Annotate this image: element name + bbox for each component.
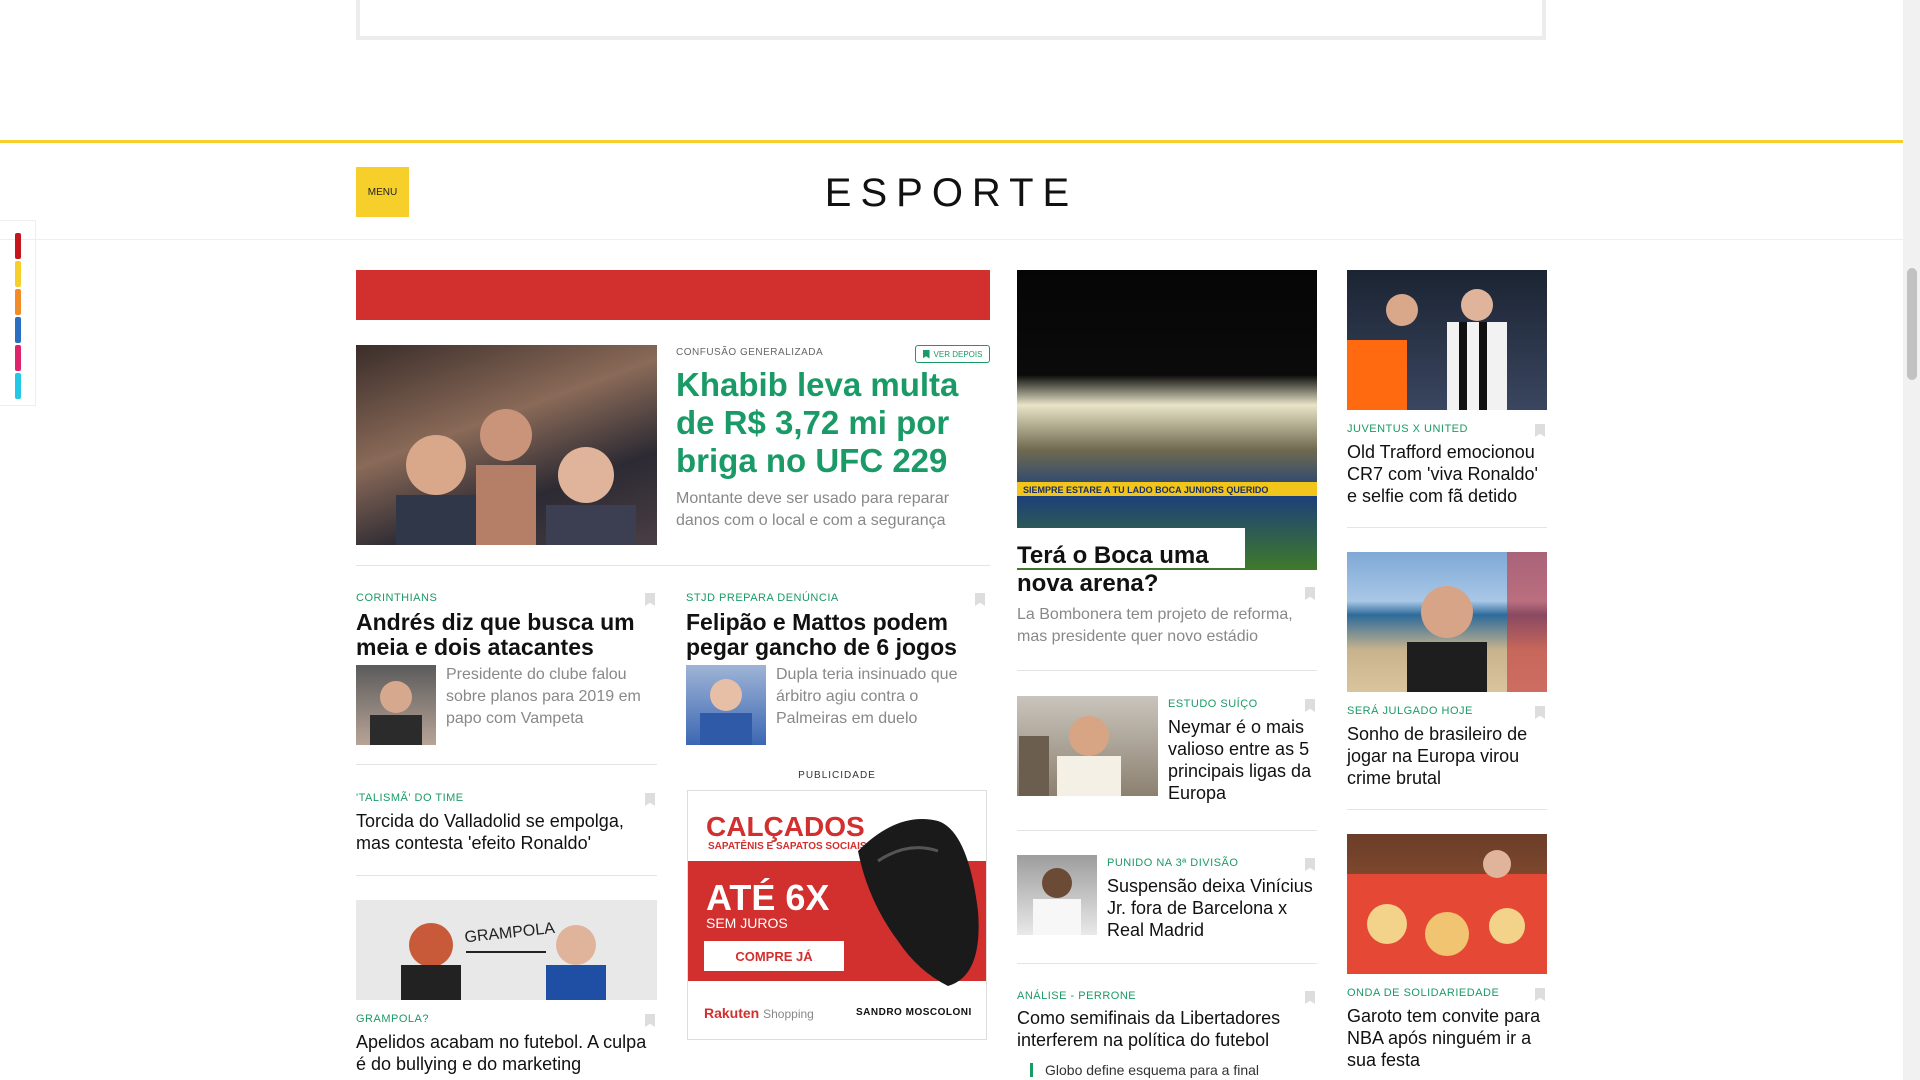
ad-offer: ATÉ 6X [706,877,830,918]
story-headline[interactable]: Terá o Boca uma nova arena? [1017,542,1245,598]
bookmark-icon [922,349,930,359]
bookmark-icon[interactable] [1305,699,1315,712]
ad-brand-rakuten: Rakuten Shopping [704,1005,814,1021]
divider [1347,527,1547,528]
stadium-photo-icon: SIEMPRE ESTARE A TU LADO BOCA JUNIORS QU… [1017,482,1317,496]
ad-cta-button[interactable]: COMPRE JÁ [704,941,844,971]
rail-marker[interactable] [15,317,21,343]
ad-brand-moscoloni: SANDRO MOSCOLONI [856,1007,972,1018]
ad-label: PUBLICIDADE [798,770,876,781]
illustration-icon: GRAMPOLA [401,920,606,1000]
story-headline[interactable]: Garoto tem convite para NBA após ninguém… [1347,1005,1552,1071]
story-headline[interactable]: Neymar é o mais valioso entre as 5 princ… [1168,716,1318,804]
story-kicker: JUVENTUS X UNITED [1347,423,1468,435]
page-scrollbar[interactable] [1903,0,1920,1080]
shoe-icon [858,819,979,986]
story-kicker: CORINTHIANS [356,592,438,604]
person-photo-icon [370,681,422,745]
ad-frame-top [356,0,1546,40]
story-image[interactable]: GRAMPOLA [356,900,657,1000]
bookmark-icon[interactable] [1535,988,1545,1001]
story-image[interactable] [1347,270,1547,410]
divider [1347,809,1547,810]
advertisement[interactable]: CALÇADOS SAPATÊNIS E SAPATOS SOCIAIS ATÉ… [687,790,987,1040]
story-headline[interactable]: Como semifinais da Libertadores interfer… [1017,1007,1317,1051]
related-link[interactable]: Globo define esquema para a final [1030,1063,1259,1077]
story-description: La Bombonera tem projeto de reforma, mas… [1017,606,1293,645]
rail-marker[interactable] [15,345,21,371]
bookmark-icon[interactable] [1305,587,1315,600]
story-thumbnail[interactable] [1017,855,1097,935]
section-color-rail [0,220,36,406]
divider [1017,830,1317,831]
bookmark-icon[interactable] [645,793,655,806]
bookmark-icon[interactable] [1305,991,1315,1004]
story-kicker: ONDA DE SOLIDARIEDADE [1347,987,1500,999]
crowd-photo-icon [396,409,636,545]
rail-marker[interactable] [15,261,21,287]
story-image[interactable] [1347,552,1547,692]
ad-offer-sub: SEM JUROS [706,915,788,931]
story-description: Presidente do clube falou sobre planos p… [446,666,641,727]
divider [356,764,657,765]
party-photo-icon [1347,850,1547,974]
svg-text:SIEMPRE ESTARE A TU LADO BOCA: SIEMPRE ESTARE A TU LADO BOCA JUNIORS QU… [1023,485,1268,495]
story-kicker: GRAMPOLA? [356,1013,429,1025]
rail-marker[interactable] [15,373,21,399]
person-photo-icon [1407,552,1547,692]
scrollbar-thumb[interactable] [1907,268,1917,380]
story-headline[interactable]: Torcida do Valladolid se empolga, mas co… [356,810,656,854]
main-story-description: Montante deve ser usado para reparar dan… [676,490,950,529]
story-headline[interactable]: Sonho de brasileiro de jogar na Europa v… [1347,723,1552,789]
story-headline[interactable]: Apelidos acabam no futebol. A culpa é do… [356,1031,656,1075]
bookmark-icon[interactable] [1305,858,1315,871]
section-header: MENU ESPORTE [0,140,1903,240]
section-title: ESPORTE [824,171,1079,215]
person-photo-icon [700,679,752,745]
main-story-kicker: CONFUSÃO GENERALIZADA [676,347,824,358]
main-story-headline[interactable]: Khabib leva multa de R$ 3,72 mi por brig… [676,366,976,480]
person-photo-icon [1019,716,1121,796]
bookmark-icon[interactable] [645,1014,655,1027]
story-thumbnail[interactable] [356,665,436,745]
story-kicker: STJD PREPARA DENÚNCIA [686,592,839,604]
story-headline[interactable]: Andrés diz que busca um meia e dois atac… [356,610,656,660]
save-for-later-button[interactable]: VER DEPOIS [915,345,990,363]
divider [356,565,990,566]
red-banner[interactable] [356,270,990,320]
story-kicker: SERÁ JULGADO HOJE [1347,705,1473,717]
divider [1017,670,1317,671]
bookmark-icon[interactable] [645,593,655,606]
story-headline[interactable]: Felipão e Mattos podem pegar gancho de 6… [686,610,986,660]
story-image[interactable] [1347,834,1547,974]
rail-marker[interactable] [15,289,21,315]
bookmark-icon[interactable] [975,593,985,606]
story-description: Dupla teria insinuado que árbitro agiu c… [776,666,958,727]
main-story-image[interactable] [356,345,657,545]
bookmark-icon[interactable] [1535,706,1545,719]
svg-text:GRAMPOLA: GRAMPOLA [464,920,556,946]
story-kicker: PUNIDO NA 3ª DIVISÃO [1107,857,1239,869]
divider [1017,963,1317,964]
story-kicker: 'TALISMÃ' DO TIME [356,792,464,804]
story-kicker: ESTUDO SUÍÇO [1168,698,1258,710]
story-thumbnail[interactable] [686,665,766,745]
story-image[interactable]: SIEMPRE ESTARE A TU LADO BOCA JUNIORS QU… [1017,270,1317,570]
divider [356,875,657,876]
story-headline[interactable]: Suspensão deixa Vinícius Jr. fora de Bar… [1107,875,1319,941]
story-headline[interactable]: Old Trafford emocionou CR7 com 'viva Ron… [1347,441,1552,507]
story-kicker: ANÁLISE - PERRONE [1017,990,1137,1002]
person-photo-icon [1033,868,1081,935]
story-thumbnail[interactable] [1017,696,1158,796]
rail-marker[interactable] [15,233,21,259]
bookmark-icon[interactable] [1535,424,1545,437]
player-photo-icon [1347,289,1507,410]
